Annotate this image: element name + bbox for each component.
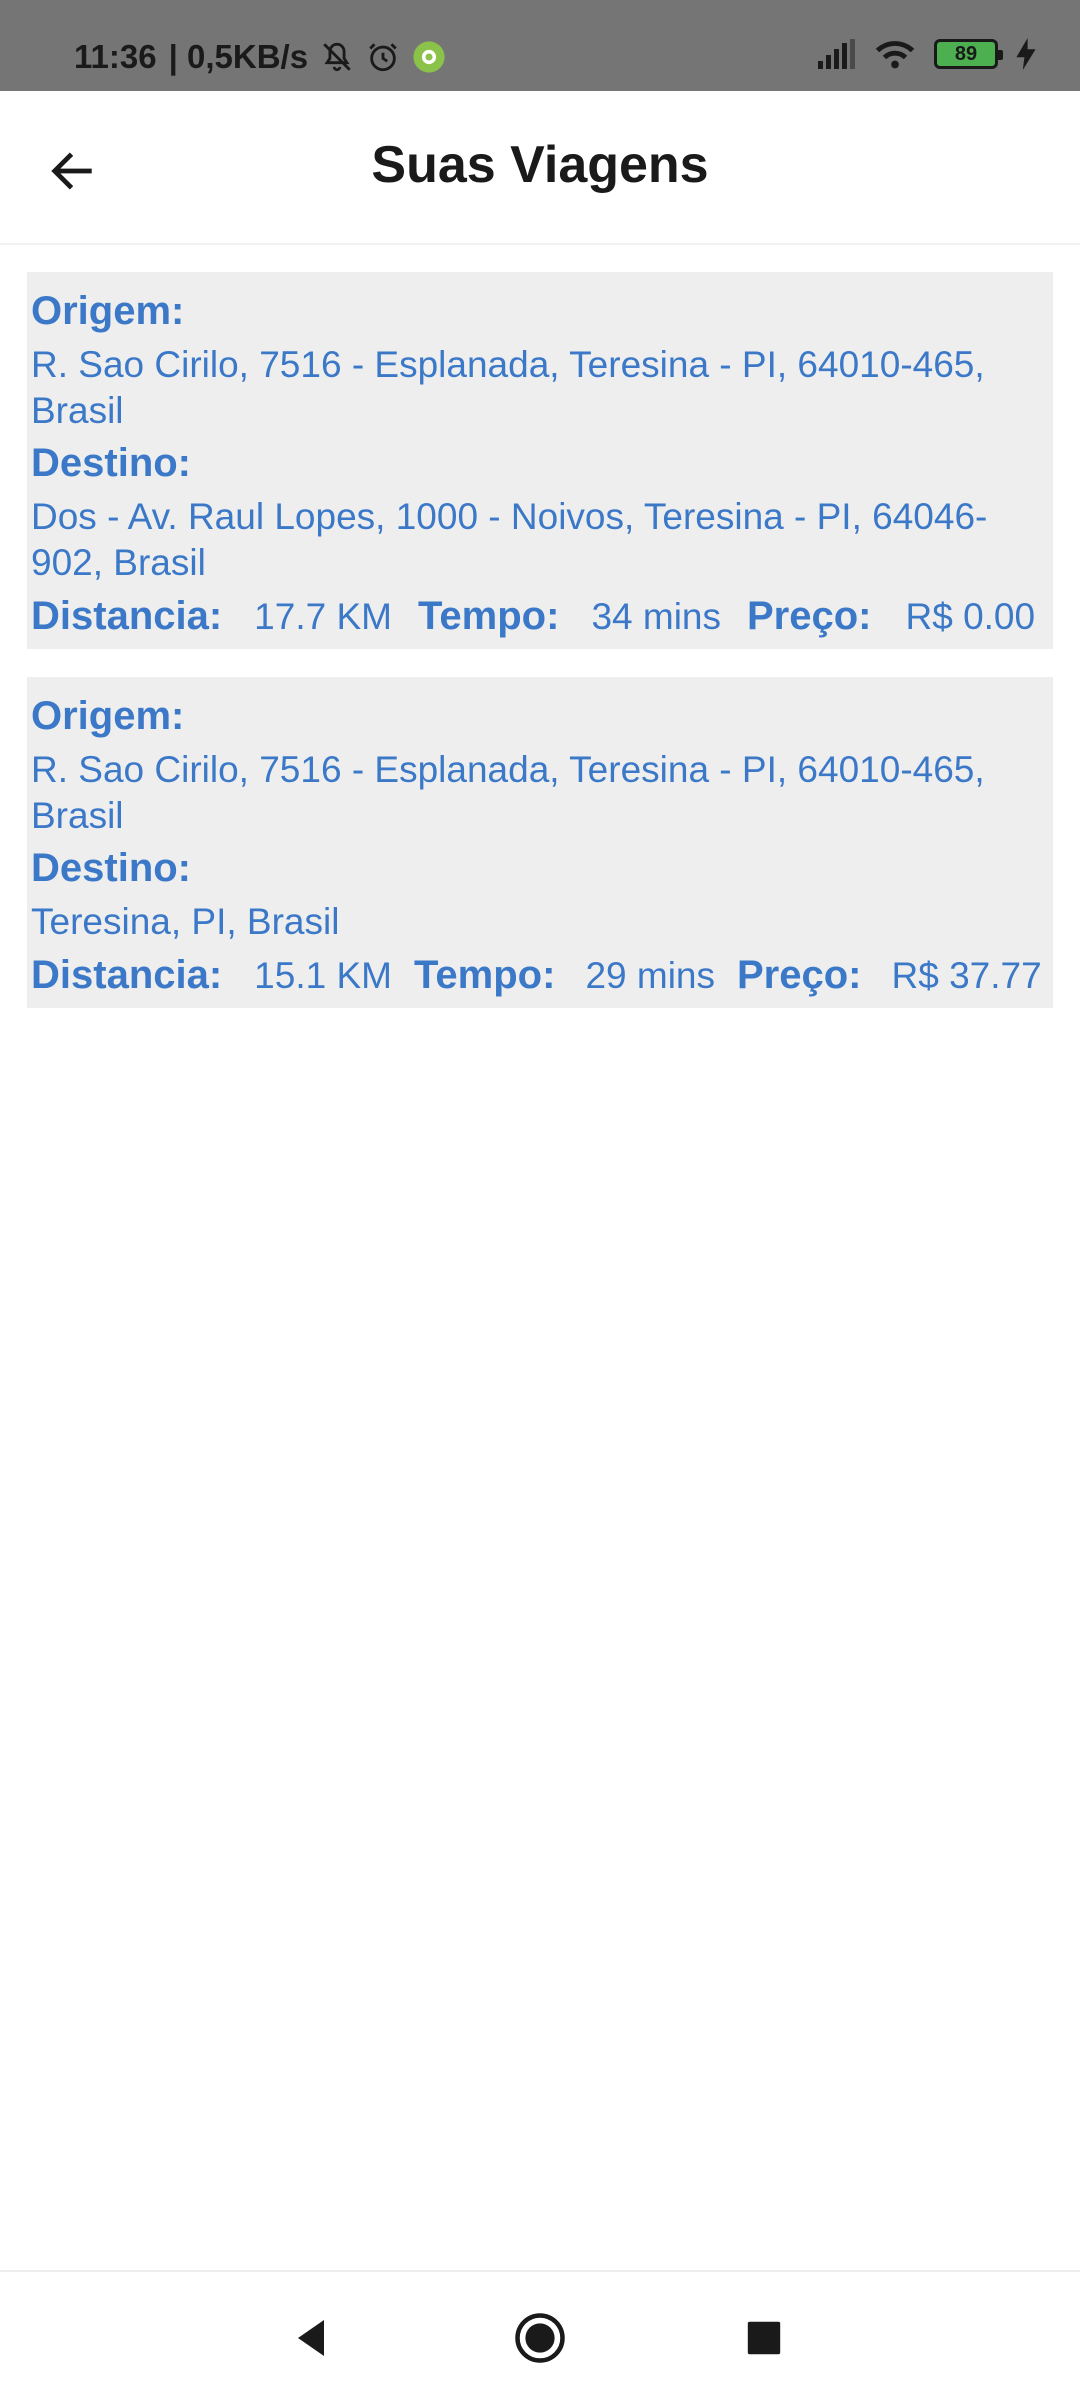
distance-value: 17.7 KM [254, 596, 392, 637]
destination-label: Destino: [31, 441, 191, 485]
page-title: Suas Viagens [371, 136, 709, 194]
battery-icon: 89 [934, 39, 1003, 69]
distance-label: Distancia: [31, 953, 223, 997]
status-left: 11:36 | 0,5KB/s [74, 38, 446, 76]
nav-back-button[interactable] [274, 2300, 350, 2376]
trip-card[interactable]: Origem: R. Sao Cirilo, 7516 - Esplanada,… [27, 677, 1053, 1008]
trip-card[interactable]: Origem: R. Sao Cirilo, 7516 - Esplanada,… [27, 272, 1053, 649]
time-label: Tempo: [413, 953, 556, 997]
app-bar: Suas Viagens [0, 91, 1080, 245]
price-value: R$ 0.00 [905, 596, 1036, 637]
trip-stats: Distancia: 15.1 KM Tempo: 29 mins Preço:… [31, 953, 1049, 998]
back-triangle-icon [298, 2320, 324, 2356]
origin-label: Origem: [31, 289, 185, 333]
destination-label: Destino: [31, 846, 191, 890]
status-right: 89 [816, 38, 1036, 70]
muted-bell-icon [320, 40, 354, 74]
distance-label: Distancia: [31, 594, 223, 638]
origin-value: R. Sao Cirilo, 7516 - Esplanada, Teresin… [31, 344, 985, 431]
price-label: Preço: [737, 953, 862, 997]
app-notification-icon [412, 40, 446, 74]
navigation-bar [0, 2270, 1080, 2400]
trip-stats: Distancia: 17.7 KM Tempo: 34 mins Preço:… [31, 594, 1049, 639]
price-label: Preço: [747, 594, 872, 638]
distance-value: 15.1 KM [254, 955, 392, 996]
time-value: 29 mins [585, 955, 715, 996]
nav-recents-button[interactable] [726, 2300, 802, 2376]
network-speed: | 0,5KB/s [168, 38, 309, 75]
status-bar: 11:36 | 0,5KB/s 89 [0, 0, 1080, 91]
alarm-icon [366, 40, 400, 74]
price-value: R$ 37.77 [891, 955, 1042, 996]
wifi-icon [874, 38, 916, 70]
recents-square-icon [747, 2321, 781, 2355]
charging-icon [1016, 38, 1036, 70]
time-value: 34 mins [591, 596, 721, 637]
status-time: 11:36 [74, 38, 157, 75]
home-circle-icon [515, 2313, 565, 2363]
origin-label: Origem: [31, 694, 185, 738]
signal-icon [816, 39, 856, 69]
nav-home-button[interactable] [502, 2300, 578, 2376]
time-label: Tempo: [417, 594, 560, 638]
destination-value: Dos - Av. Raul Lopes, 1000 - Noivos, Ter… [31, 496, 988, 583]
battery-level: 89 [954, 42, 978, 65]
destination-value: Teresina, PI, Brasil [31, 901, 340, 942]
trip-list: Origem: R. Sao Cirilo, 7516 - Esplanada,… [27, 272, 1053, 1036]
origin-value: R. Sao Cirilo, 7516 - Esplanada, Teresin… [31, 749, 985, 836]
